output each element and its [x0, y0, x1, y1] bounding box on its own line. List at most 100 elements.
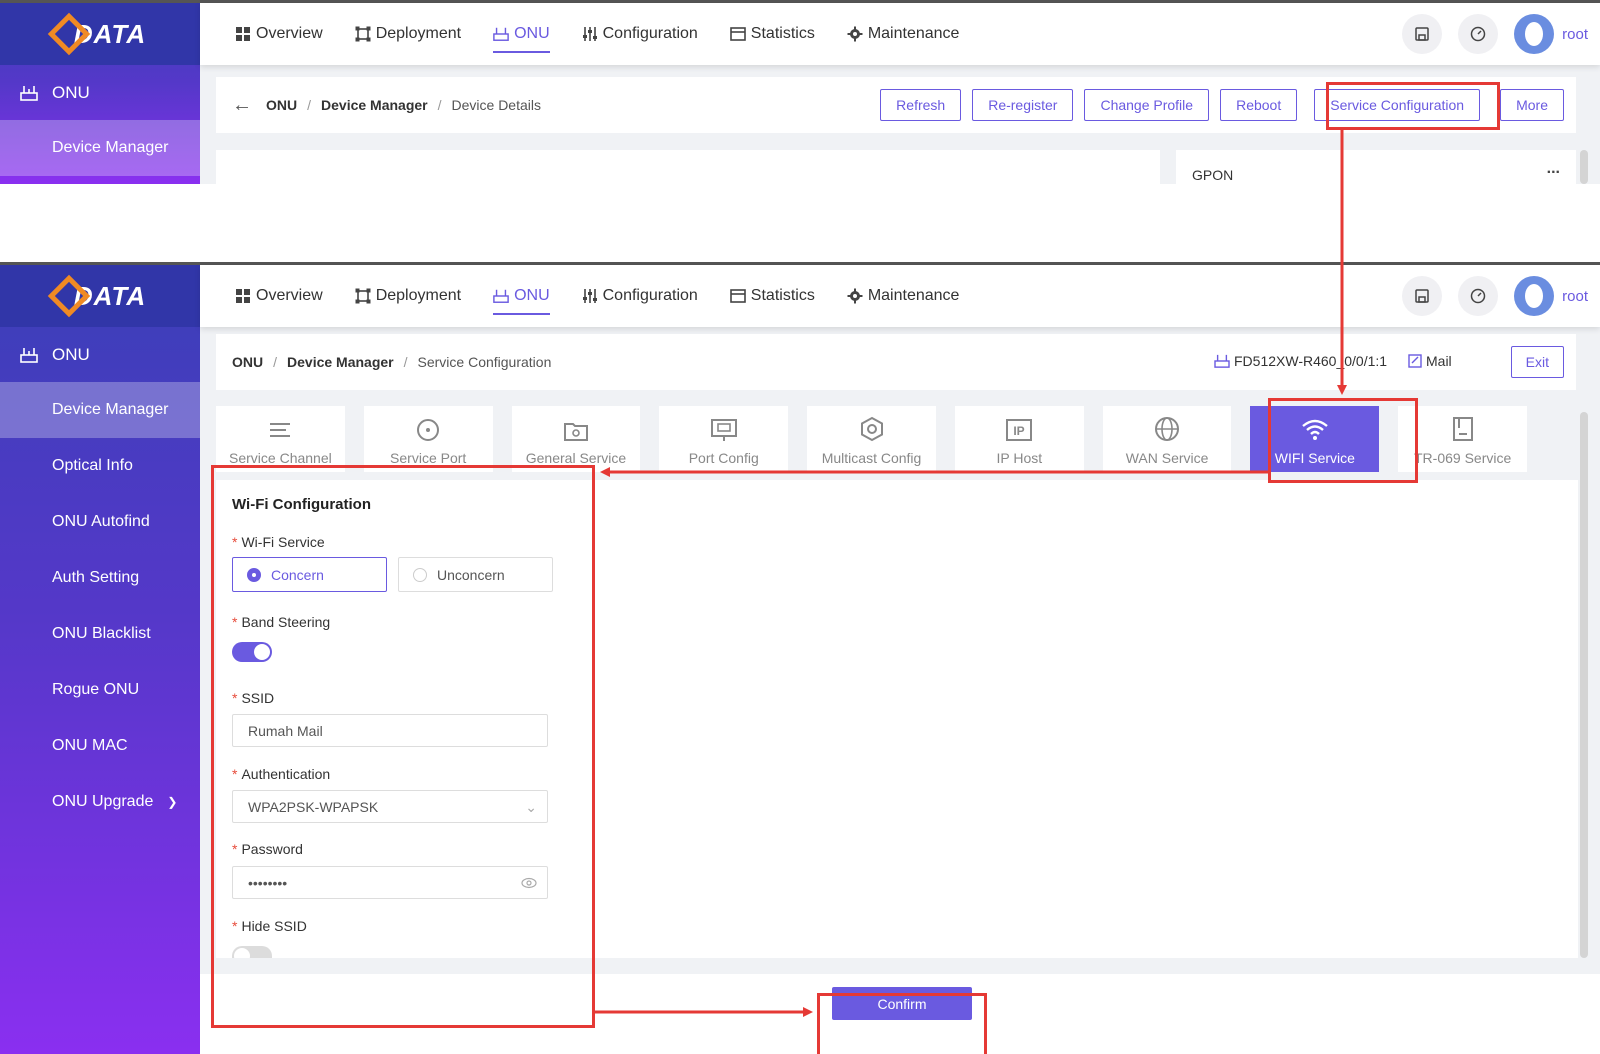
nav-label: Maintenance	[867, 287, 960, 304]
breadcrumb-separator: /	[403, 354, 408, 370]
breadcrumb-middle[interactable]: Device Manager	[287, 354, 394, 370]
scrollbar[interactable]	[1580, 150, 1588, 184]
onu-icon	[20, 85, 38, 101]
grid-icon	[236, 289, 250, 303]
scrollbar[interactable]	[1580, 412, 1588, 958]
save-icon[interactable]	[1402, 14, 1443, 54]
more-button[interactable]: More	[1500, 89, 1564, 121]
label-text: Wi-Fi Service	[241, 534, 325, 550]
hide-ssid-toggle[interactable]	[232, 946, 272, 958]
wifi-unconcern-radio[interactable]: Unconcern	[398, 557, 553, 592]
ethernet-port-icon	[710, 419, 737, 441]
tab-label: Multicast Config	[821, 450, 922, 466]
sidebar-item-optical-info[interactable]: Optical Info	[0, 438, 200, 494]
breadcrumb-middle[interactable]: Device Manager	[321, 97, 428, 113]
tab-multicast-config[interactable]: Multicast Config	[807, 406, 936, 472]
sidebar-item-auth-setting[interactable]: Auth Setting	[0, 550, 200, 606]
toggle-knob	[254, 644, 270, 660]
nav-maintenance[interactable]: Maintenance	[847, 3, 960, 65]
sidebar-item-onu-blacklist[interactable]: ONU Blacklist	[0, 606, 200, 662]
avatar[interactable]	[1514, 14, 1555, 54]
sidebar-section-onu[interactable]: ONU	[0, 65, 200, 120]
user-name[interactable]: root	[1562, 26, 1588, 43]
breadcrumb-current: Service Configuration	[417, 354, 552, 370]
dashboard-gauge-icon[interactable]	[1458, 14, 1499, 54]
nav-maintenance[interactable]: Maintenance	[847, 265, 960, 327]
nav-overview[interactable]: Overview	[235, 3, 323, 65]
sidebar-section-label: ONU	[52, 344, 90, 364]
details-header: ← ONU / Device Manager / Device Details …	[216, 77, 1576, 133]
brand-logo[interactable]: DATA	[0, 3, 200, 65]
sidebar-item-label: Optical Info	[52, 457, 133, 474]
tab-general-service[interactable]: General Service	[511, 406, 641, 472]
sidebar-item-device-manager[interactable]: Device Manager	[0, 120, 200, 176]
re-register-button[interactable]: Re-register	[972, 89, 1074, 121]
eye-icon[interactable]	[521, 877, 537, 889]
change-profile-button[interactable]: Change Profile	[1084, 89, 1210, 121]
nav-overview[interactable]: Overview	[235, 265, 323, 327]
required-mark: *	[232, 841, 238, 857]
sidebar-item-device-manager[interactable]: Device Manager	[0, 382, 200, 438]
breadcrumb: ONU / Device Manager / Device Details	[266, 97, 541, 113]
user-name[interactable]: root	[1562, 288, 1588, 305]
sidebar-item-onu-autofind[interactable]: ONU Autofind	[0, 494, 200, 550]
tab-ip-host[interactable]: IP IP Host	[954, 406, 1084, 472]
tab-port-config[interactable]: Port Config	[659, 406, 789, 472]
tab-wan-service[interactable]: WAN Service	[1102, 406, 1232, 472]
wifi-concern-radio[interactable]: Concern	[232, 557, 387, 592]
back-arrow-icon[interactable]: ←	[232, 94, 252, 117]
tab-service-port[interactable]: Service Port	[363, 406, 493, 472]
sidebar-item-onu-upgrade[interactable]: ONU Upgrade ❯	[0, 774, 200, 830]
band-steering-label: * Band Steering	[232, 614, 330, 630]
nav-configuration[interactable]: Configuration	[582, 265, 698, 327]
nav-label: Configuration	[602, 25, 698, 42]
edit-note-icon	[1408, 354, 1422, 368]
onu-icon	[20, 347, 38, 363]
toggle-knob	[234, 948, 250, 958]
avatar[interactable]	[1514, 276, 1555, 316]
band-steering-toggle[interactable]	[232, 642, 272, 662]
label-text: Authentication	[241, 766, 331, 782]
required-mark: *	[232, 918, 238, 934]
breadcrumb-separator: /	[307, 97, 312, 113]
radio-dot-icon	[413, 567, 427, 582]
refresh-button[interactable]: Refresh	[880, 89, 962, 121]
gpon-title: GPON	[1192, 167, 1234, 183]
exit-button[interactable]: Exit	[1510, 346, 1564, 378]
tab-wifi-service[interactable]: WIFI Service	[1250, 406, 1380, 472]
tab-tr069-service[interactable]: TR-069 Service	[1398, 406, 1528, 472]
nav-deployment[interactable]: Deployment	[355, 265, 461, 327]
reboot-button[interactable]: Reboot	[1220, 89, 1298, 121]
breadcrumb-root[interactable]: ONU	[266, 97, 297, 113]
brand-logo[interactable]: DATA	[0, 265, 200, 327]
sidebar-item-onu-mac[interactable]: ONU MAC	[0, 718, 200, 774]
nav-statistics[interactable]: Statistics	[729, 3, 815, 65]
dashboard-gauge-icon[interactable]	[1458, 276, 1499, 316]
ssid-input[interactable]: Rumah Mail	[232, 714, 548, 747]
service-configuration-button[interactable]: Service Configuration	[1314, 89, 1481, 121]
breadcrumb: ONU / Device Manager / Service Configura…	[232, 354, 551, 370]
required-mark: *	[232, 690, 238, 706]
nav-statistics[interactable]: Statistics	[729, 265, 815, 327]
sidebar-item-label: ONU Autofind	[52, 513, 150, 530]
nav-onu[interactable]: ONU	[493, 3, 550, 65]
sidebar-item-label: ONU Upgrade	[52, 793, 154, 810]
nav-label: Deployment	[375, 25, 462, 42]
nav-onu[interactable]: ONU	[493, 265, 550, 327]
globe-icon	[1155, 417, 1180, 441]
mail-link[interactable]: Mail	[1408, 353, 1452, 369]
nav-label: Maintenance	[867, 25, 960, 42]
confirm-button[interactable]: Confirm	[832, 987, 972, 1020]
tab-service-channel[interactable]: Service Channel	[216, 406, 345, 472]
nav-configuration[interactable]: Configuration	[582, 3, 698, 65]
sidebar-section-onu[interactable]: ONU	[0, 327, 200, 382]
sidebar-item-rogue-onu[interactable]: Rogue ONU	[0, 662, 200, 718]
authentication-select[interactable]: WPA2PSK-WPAPSK ⌄	[232, 790, 548, 823]
breadcrumb-separator: /	[273, 354, 278, 370]
more-dots-icon[interactable]: ...	[1547, 160, 1560, 178]
password-input[interactable]: ••••••••	[232, 866, 548, 899]
save-icon[interactable]	[1402, 276, 1443, 316]
password-value: ••••••••	[248, 874, 288, 891]
breadcrumb-root[interactable]: ONU	[232, 354, 263, 370]
nav-deployment[interactable]: Deployment	[355, 3, 461, 65]
